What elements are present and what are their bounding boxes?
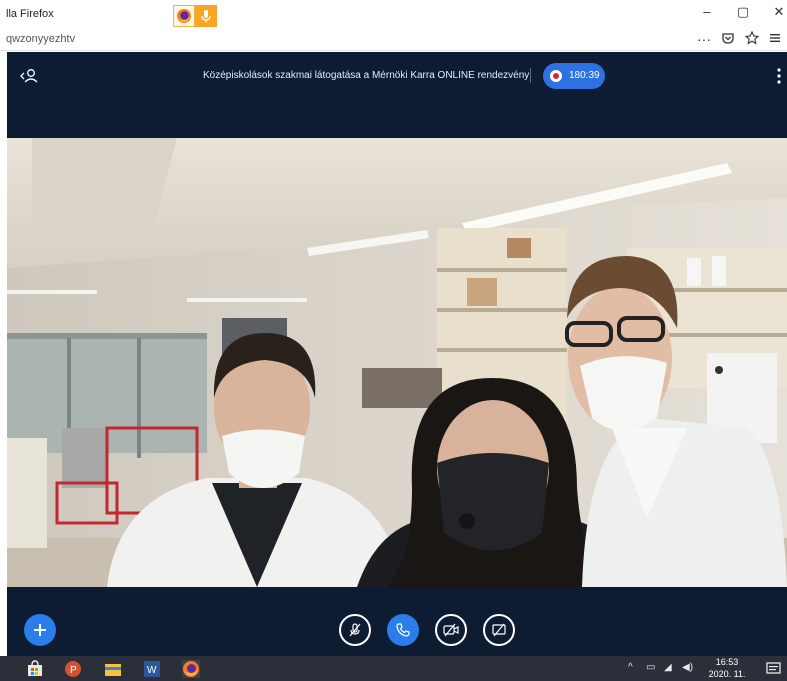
titlebar-indicators: [173, 5, 217, 27]
pocket-icon[interactable]: [721, 31, 735, 48]
powerpoint-icon[interactable]: P: [64, 660, 82, 678]
recording-indicator[interactable]: 180:39: [543, 63, 605, 89]
svg-text:W: W: [147, 665, 157, 676]
battery-icon[interactable]: ▭: [646, 662, 655, 673]
browser-titlebar: lla Firefox – ▢ ✕: [0, 0, 787, 28]
window-title: lla Firefox: [6, 8, 54, 20]
participants-icon[interactable]: [19, 67, 41, 87]
store-icon[interactable]: [26, 660, 44, 678]
screen-share-off-icon: [492, 623, 506, 637]
recording-dot-icon: [550, 70, 562, 82]
system-clock[interactable]: 16:53 2020. 11. 06.: [705, 656, 749, 681]
mute-button[interactable]: [339, 614, 371, 646]
recording-time: 180:39: [569, 70, 600, 81]
microphone-sharing-icon[interactable]: [195, 5, 217, 27]
volume-icon[interactable]: ◀): [682, 662, 693, 673]
phone-icon: [396, 623, 410, 637]
url-text[interactable]: qwzonyyezhtv: [6, 33, 75, 45]
camera-button[interactable]: [435, 614, 467, 646]
minimize-button[interactable]: –: [692, 4, 722, 19]
svg-text:P: P: [70, 665, 77, 676]
word-icon[interactable]: W: [143, 660, 161, 678]
clock-time: 16:53: [715, 657, 739, 667]
header-divider: [530, 68, 531, 83]
file-explorer-icon[interactable]: [104, 660, 122, 678]
maximize-button[interactable]: ▢: [728, 4, 758, 20]
bookmark-star-icon[interactable]: [744, 30, 760, 48]
clock-date: 2020. 11. 06.: [708, 669, 746, 679]
microphone-off-icon: [349, 623, 361, 637]
page-actions-button[interactable]: ···: [697, 31, 711, 47]
firefox-taskbar-icon[interactable]: [182, 660, 200, 678]
more-options-icon[interactable]: [775, 66, 783, 86]
url-bar[interactable]: qwzonyyezhtv ···: [0, 28, 787, 51]
network-icon[interactable]: ◢: [664, 662, 672, 673]
video-feed: [7, 138, 787, 587]
meeting-header: Középiskolások szakmai látogatása a Mérn…: [7, 52, 787, 104]
hangup-button[interactable]: [387, 614, 419, 646]
meeting-title: Középiskolások szakmai látogatása a Mérn…: [203, 70, 530, 81]
meeting-window: Középiskolások szakmai látogatása a Mérn…: [7, 52, 787, 656]
add-button[interactable]: [24, 614, 56, 646]
share-button[interactable]: [483, 614, 515, 646]
firefox-icon: [173, 5, 195, 27]
close-button[interactable]: ✕: [764, 4, 787, 20]
notifications-icon[interactable]: [766, 661, 784, 679]
camera-off-icon: [443, 623, 459, 637]
menu-icon[interactable]: [769, 31, 781, 47]
show-hidden-icons-icon[interactable]: ^: [628, 662, 633, 673]
windows-taskbar: P W ^ ▭ ◢ ◀) 16:53 2020. 11. 06.: [0, 656, 787, 681]
